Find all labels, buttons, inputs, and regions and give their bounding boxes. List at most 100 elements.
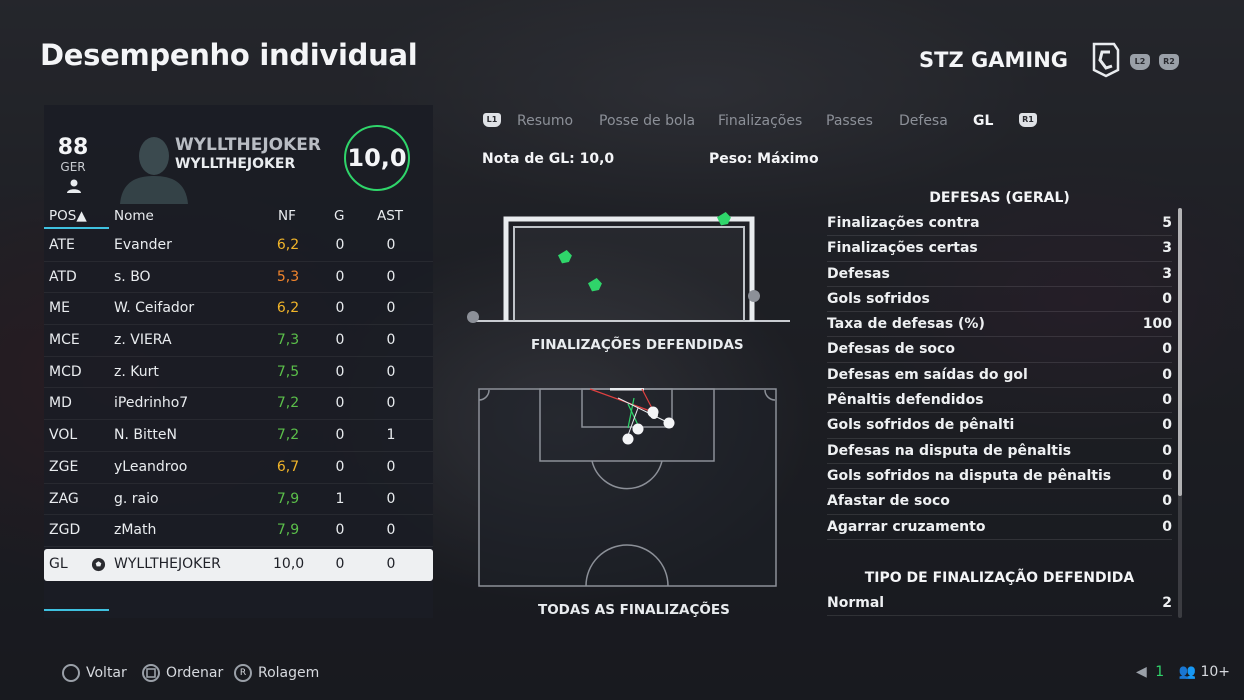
save-marker bbox=[716, 211, 731, 226]
row-player-name: g. raio bbox=[114, 490, 159, 507]
l1-button-icon[interactable]: L1 bbox=[483, 113, 501, 127]
stats-scrollbar-thumb[interactable] bbox=[1178, 208, 1182, 496]
player-count: 10+ bbox=[1200, 664, 1230, 680]
stats-list: Normal 2 bbox=[827, 591, 1172, 617]
table-row[interactable]: VOL N. BitteN 7,2 0 1 bbox=[44, 420, 433, 452]
row-goals: 0 bbox=[335, 395, 345, 412]
row-position: ME bbox=[49, 300, 70, 317]
stat-value: 5 bbox=[1162, 215, 1172, 231]
stat-value: 0 bbox=[1162, 392, 1172, 409]
soccer-ball-icon bbox=[91, 557, 106, 571]
row-rating: 6,7 bbox=[276, 458, 300, 475]
tab-finalizacoes[interactable]: Finalizações bbox=[718, 113, 802, 129]
scroll-button[interactable]: R Rolagem bbox=[234, 664, 319, 682]
row-player-name: yLeandroo bbox=[114, 458, 188, 475]
row-rating: 6,2 bbox=[276, 300, 300, 317]
row-assists: 0 bbox=[386, 268, 396, 285]
player-overall: 88 bbox=[57, 135, 89, 160]
player-rows: ATE Evander 6,2 0 0 ATD s. BO 5,3 0 0 ME W. Ceifado… bbox=[44, 230, 433, 581]
column-header-ast[interactable]: AST bbox=[377, 208, 403, 224]
stats-tabs: L1 Resumo Posse de bola Finalizações Pas… bbox=[481, 111, 1051, 133]
section-title-tipo: TIPO DE FINALIZAÇÃO DEFENDIDA bbox=[864, 570, 1135, 586]
stat-label: Afastar de soco bbox=[827, 493, 950, 510]
player-list-panel: 88 GER WYLLTHEJOKER WYLLTHEJOKER 10,0 PO… bbox=[44, 105, 433, 618]
stat-row: Defesas em saídas do gol 0 bbox=[827, 363, 1172, 389]
stat-value: 0 bbox=[1162, 366, 1172, 383]
gk-stats-panel: DEFESAS (GERAL) Finalizações contra 5 Fina… bbox=[827, 186, 1172, 540]
column-header-pos[interactable]: POS▲ bbox=[49, 208, 87, 224]
player-name: WYLLTHEJOKER bbox=[175, 135, 322, 155]
table-row[interactable]: ATE Evander 6,2 0 0 bbox=[44, 230, 433, 262]
row-rating: 5,3 bbox=[276, 268, 300, 285]
goal-net bbox=[513, 226, 745, 321]
table-row[interactable]: MD iPedrinho7 7,2 0 0 bbox=[44, 388, 433, 421]
stats-scrollbar[interactable] bbox=[1178, 208, 1182, 618]
column-header-nf[interactable]: NF bbox=[278, 208, 296, 224]
section-title-defesas: DEFESAS (GERAL) bbox=[929, 190, 1070, 206]
stat-value: 3 bbox=[1162, 265, 1172, 282]
stat-row: Defesas de soco 0 bbox=[827, 337, 1172, 363]
row-goals: 0 bbox=[335, 237, 345, 253]
match-rating-badge: 10,0 bbox=[344, 125, 410, 191]
stat-label: Gols sofridos bbox=[827, 290, 930, 307]
row-player-name: W. Ceifador bbox=[114, 300, 195, 317]
lobby-status: ◀ 1 👥 10+ bbox=[1136, 664, 1230, 680]
player-gamertag: WYLLTHEJOKER bbox=[175, 156, 296, 172]
table-row[interactable]: ZGE yLeandroo 6,7 0 0 bbox=[44, 452, 433, 484]
row-position: MCD bbox=[49, 363, 82, 380]
stat-row: Pênaltis defendidos 0 bbox=[827, 388, 1172, 414]
stat-label: Finalizações certas bbox=[827, 240, 978, 257]
column-header-g[interactable]: G bbox=[334, 208, 344, 224]
table-row-selected[interactable]: GL WYLLTHEJOKER 10,0 0 0 bbox=[44, 548, 433, 581]
r2-button-icon[interactable]: R2 bbox=[1159, 54, 1179, 70]
weight-value: Peso: Máximo bbox=[709, 151, 819, 167]
r1-button-icon[interactable]: R1 bbox=[1019, 113, 1037, 127]
stat-value: 0 bbox=[1162, 290, 1172, 307]
row-goals: 0 bbox=[335, 555, 345, 572]
pitch-diagram-label: TODAS AS FINALIZAÇÕES bbox=[538, 602, 730, 618]
row-player-name: s. BO bbox=[114, 268, 151, 285]
table-row[interactable]: MCD z. Kurt 7,5 0 0 bbox=[44, 357, 433, 389]
row-player-name: zMath bbox=[114, 522, 157, 539]
square-button-icon bbox=[142, 664, 160, 682]
row-player-name: N. BitteN bbox=[114, 427, 177, 444]
stat-value: 0 bbox=[1162, 467, 1172, 484]
row-assists: 0 bbox=[386, 395, 396, 412]
table-row[interactable]: ME W. Ceifador 6,2 0 0 bbox=[44, 293, 433, 326]
circle-button-icon bbox=[62, 664, 80, 682]
tab-gl[interactable]: GL bbox=[973, 113, 993, 129]
pitch-outline bbox=[478, 388, 777, 587]
sort-indicator bbox=[44, 227, 109, 229]
row-goals: 1 bbox=[335, 490, 345, 507]
table-row[interactable]: ATD s. BO 5,3 0 0 bbox=[44, 262, 433, 294]
row-position: GL bbox=[49, 555, 68, 572]
tab-defesa[interactable]: Defesa bbox=[899, 113, 948, 129]
row-player-name: z. VIERA bbox=[114, 332, 172, 349]
left-post-marker bbox=[467, 311, 479, 323]
right-stick-icon: R bbox=[234, 664, 252, 682]
row-rating: 7,5 bbox=[276, 363, 300, 380]
row-position: VOL bbox=[49, 427, 78, 444]
tab-resumo[interactable]: Resumo bbox=[517, 113, 573, 129]
stat-row: Defesas na disputa de pênaltis 0 bbox=[827, 439, 1172, 464]
club-crest-icon bbox=[1092, 42, 1120, 78]
row-position: ZGE bbox=[49, 458, 79, 475]
gk-rating: Nota de GL: 10,0 bbox=[482, 151, 615, 167]
column-header-name[interactable]: Nome bbox=[114, 208, 154, 224]
l2-button-icon[interactable]: L2 bbox=[1130, 54, 1150, 70]
stat-label: Taxa de defesas (%) bbox=[827, 316, 985, 333]
stat-row: Taxa de defesas (%) 100 bbox=[827, 312, 1172, 338]
table-row[interactable]: ZGD zMath 7,9 0 0 bbox=[44, 515, 433, 547]
row-rating: 6,2 bbox=[276, 237, 300, 253]
page-title: Desempenho individual bbox=[40, 38, 418, 72]
sort-button[interactable]: Ordenar bbox=[142, 664, 223, 682]
tab-posse-de-bola[interactable]: Posse de bola bbox=[599, 113, 695, 129]
back-button[interactable]: Voltar bbox=[62, 664, 127, 682]
tab-passes[interactable]: Passes bbox=[826, 113, 873, 129]
table-row[interactable]: MCE z. VIERA 7,3 0 0 bbox=[44, 325, 433, 357]
stat-label: Finalizações contra bbox=[827, 215, 980, 231]
player-position: GER bbox=[60, 160, 86, 174]
stat-value: 100 bbox=[1142, 316, 1172, 333]
table-row[interactable]: ZAG g. raio 7,9 1 0 bbox=[44, 484, 433, 516]
selected-player-card: 88 GER WYLLTHEJOKER WYLLTHEJOKER 10,0 bbox=[44, 105, 433, 204]
